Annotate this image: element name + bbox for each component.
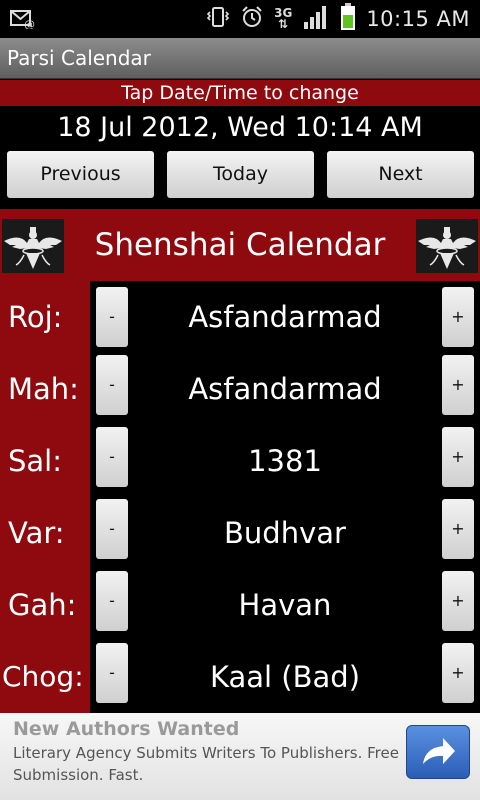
previous-button[interactable]: Previous (7, 151, 154, 198)
sal-decrement-button[interactable]: - (96, 427, 128, 487)
roj-label: Roj: (8, 300, 63, 334)
app-title-bar: Parsi Calendar (0, 38, 480, 79)
mah-increment-button[interactable]: + (442, 355, 474, 415)
alarm-icon (240, 5, 264, 33)
roj-value: Asfandarmad (188, 300, 382, 334)
chog-label: Chog: (2, 660, 84, 693)
gah-increment-button[interactable]: + (442, 571, 474, 631)
gah-decrement-button[interactable]: - (96, 571, 128, 631)
email-notification-icon: @ (10, 7, 36, 33)
status-bar: @ 3G ⇅ 10:15 AM (0, 0, 480, 38)
battery-icon (340, 3, 356, 35)
chog-decrement-button[interactable]: - (96, 643, 128, 703)
mah-decrement-button[interactable]: - (96, 355, 128, 415)
calendar-title: Shenshai Calendar (94, 227, 386, 263)
gah-label: Gah: (8, 588, 77, 622)
var-increment-button[interactable]: + (442, 499, 474, 559)
today-button[interactable]: Today (167, 151, 314, 198)
next-button[interactable]: Next (327, 151, 474, 198)
chog-value: Kaal (Bad) (209, 660, 361, 694)
faravahar-icon (2, 219, 64, 273)
ad-action-button[interactable] (406, 725, 470, 779)
vibrate-icon (206, 5, 230, 33)
sal-value: 1381 (248, 444, 322, 478)
var-value: Budhvar (224, 516, 346, 550)
signal-strength-icon (302, 4, 330, 34)
current-datetime[interactable]: 18 Jul 2012, Wed 10:14 AM (0, 108, 480, 148)
mah-label: Mah: (8, 372, 79, 406)
app-title: Parsi Calendar (7, 46, 151, 70)
var-label: Var: (8, 516, 65, 550)
chog-increment-button[interactable]: + (442, 643, 474, 703)
svg-text:@: @ (24, 18, 35, 29)
status-time: 10:15 AM (366, 7, 470, 31)
gah-value: Havan (238, 588, 332, 622)
roj-decrement-button[interactable]: - (96, 287, 128, 347)
sal-increment-button[interactable]: + (442, 427, 474, 487)
roj-increment-button[interactable]: + (442, 287, 474, 347)
calendar-header: Shenshai Calendar (0, 209, 480, 281)
ad-title[interactable]: New Authors Wanted (13, 718, 239, 740)
ad-body[interactable]: Literary Agency Submits Writers To Publi… (13, 742, 403, 786)
sal-label: Sal: (8, 444, 63, 478)
faravahar-icon (416, 219, 478, 273)
network-type-indicator: 3G ⇅ (274, 6, 293, 31)
var-decrement-button[interactable]: - (96, 499, 128, 559)
mah-value: Asfandarmad (188, 372, 382, 406)
share-arrow-icon (407, 738, 469, 782)
tap-to-change-banner: Tap Date/Time to change (0, 80, 480, 106)
